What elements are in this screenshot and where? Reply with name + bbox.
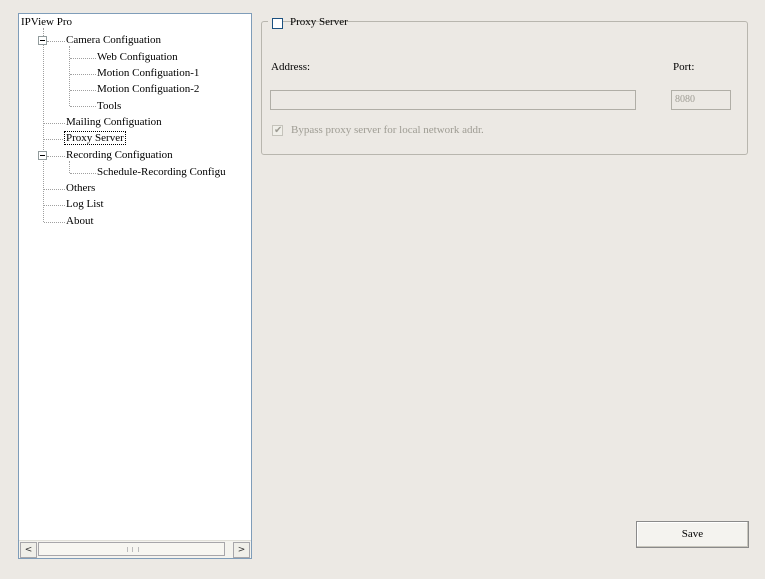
scroll-left-icon[interactable]: < xyxy=(20,542,37,558)
port-field[interactable]: 8080 xyxy=(671,90,731,110)
tree-line xyxy=(44,222,65,223)
tree-line xyxy=(70,74,96,75)
checkmark-icon: ✔ xyxy=(274,125,283,136)
tree-content: IPView Pro Camera Configuation Web Confi… xyxy=(19,14,251,541)
collapse-icon[interactable] xyxy=(38,36,47,45)
address-label: Address: xyxy=(271,61,311,73)
tree-line xyxy=(69,161,70,173)
tree-line xyxy=(44,205,65,206)
address-field[interactable] xyxy=(270,90,636,110)
tree-line xyxy=(69,46,70,106)
bypass-label: Bypass proxy server for local network ad… xyxy=(291,124,484,136)
proxy-server-checkbox[interactable] xyxy=(272,18,283,29)
tree-item-camera-configuration[interactable]: Camera Configuation xyxy=(66,34,161,47)
tree-item-log-list[interactable]: Log List xyxy=(66,198,104,211)
tree-item-tools[interactable]: Tools xyxy=(97,100,121,113)
proxy-server-toggle[interactable]: Proxy Server xyxy=(268,15,348,31)
tree-item-mailing-configuration[interactable]: Mailing Configuation xyxy=(66,116,162,129)
tree-line xyxy=(44,189,65,190)
horizontal-scrollbar[interactable]: < > xyxy=(19,540,251,558)
tree-root[interactable]: IPView Pro xyxy=(21,16,72,29)
tree-line xyxy=(47,41,65,42)
bypass-checkbox[interactable]: ✔ xyxy=(272,125,283,136)
tree-line xyxy=(70,173,96,174)
tree-item-proxy-server[interactable]: Proxy Server xyxy=(64,131,126,145)
tree-item-about[interactable]: About xyxy=(66,215,94,228)
port-label: Port: xyxy=(673,61,695,73)
tree-item-recording-configuration[interactable]: Recording Configuation xyxy=(66,149,173,162)
tree-line xyxy=(70,106,96,107)
tree-item-motion-configuration-2[interactable]: Motion Configuation-2 xyxy=(97,83,199,96)
settings-tree[interactable]: IPView Pro Camera Configuation Web Confi… xyxy=(18,13,252,559)
tree-item-web-configuration[interactable]: Web Configuation xyxy=(97,51,178,64)
tree-line xyxy=(44,139,65,140)
selected-item-label: Proxy Server xyxy=(64,131,126,145)
grip-icon xyxy=(126,547,139,552)
collapse-icon[interactable] xyxy=(38,151,47,160)
tree-line xyxy=(44,123,65,124)
proxy-server-label: Proxy Server xyxy=(290,16,348,28)
tree-item-motion-configuration-1[interactable]: Motion Configuation-1 xyxy=(97,67,199,80)
tree-line xyxy=(47,156,65,157)
tree-item-others[interactable]: Others xyxy=(66,182,95,195)
save-button[interactable]: Save xyxy=(636,521,749,548)
scroll-thumb[interactable] xyxy=(38,542,225,556)
scroll-right-icon[interactable]: > xyxy=(233,542,250,558)
tree-item-schedule-recording[interactable]: Schedule-Recording Configu xyxy=(97,166,226,179)
tree-line xyxy=(70,90,96,91)
tree-line xyxy=(70,58,96,59)
tree-line xyxy=(43,28,44,222)
